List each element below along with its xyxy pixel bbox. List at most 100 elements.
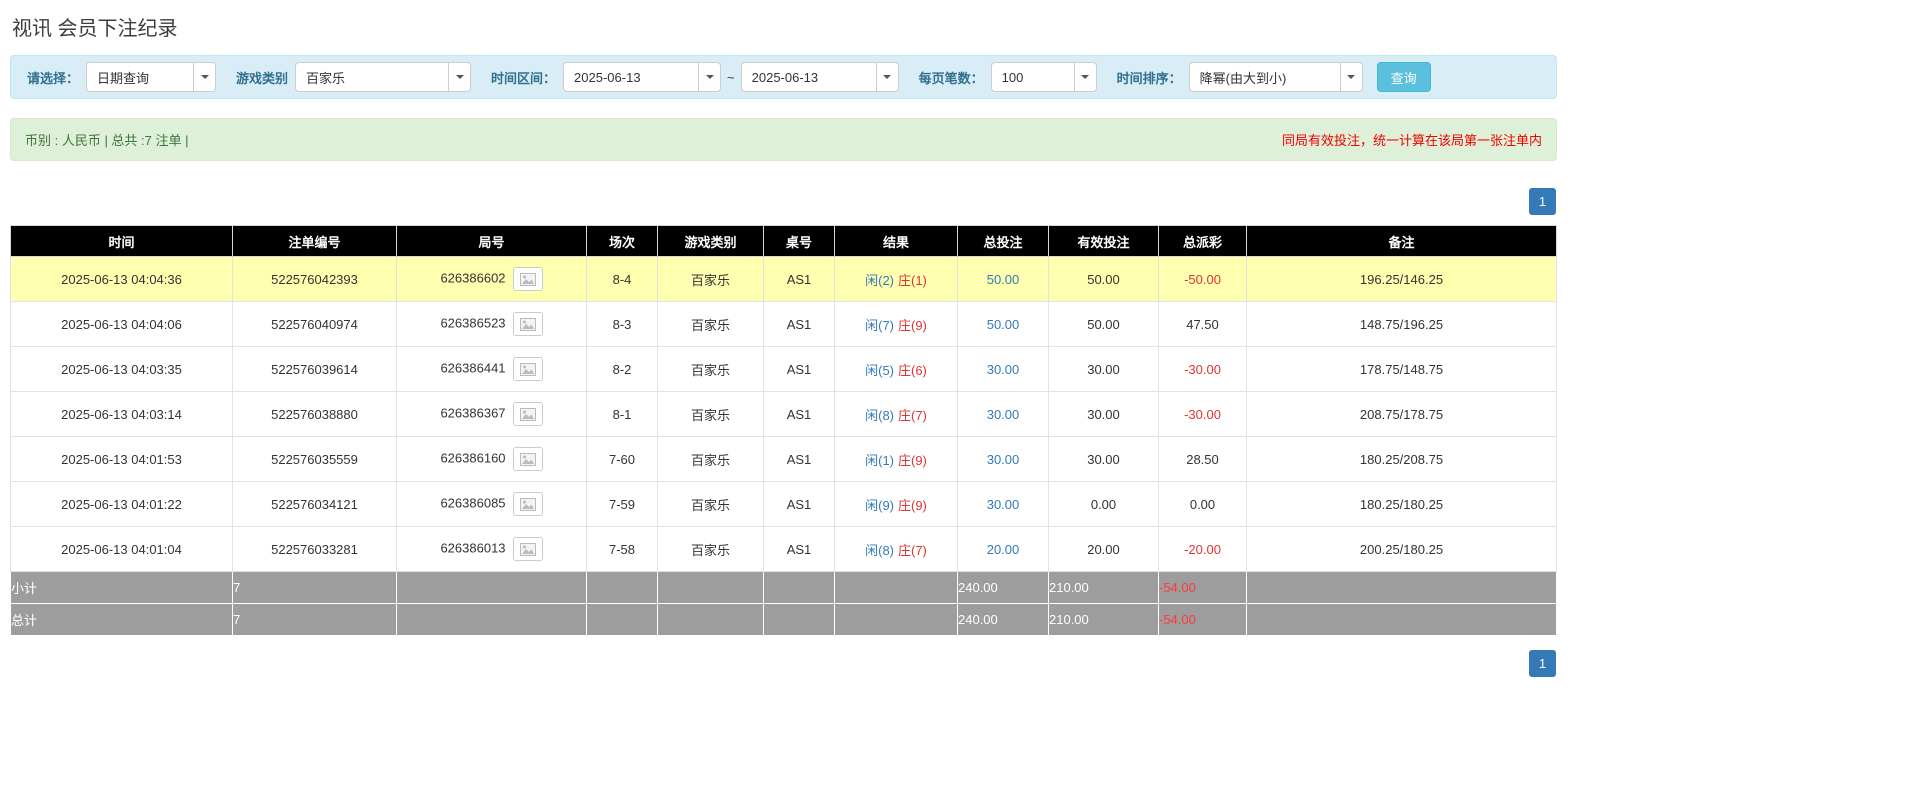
game-type-select[interactable]: 百家乐: [295, 62, 471, 92]
table-row: 2025-06-13 04:03:14 522576038880 6263863…: [11, 392, 1557, 437]
video-icon: [520, 273, 536, 286]
subtotal-payout: -54.00: [1159, 572, 1247, 604]
column-header-bet-id: 注单编号: [233, 226, 397, 257]
table-no-cell: AS1: [764, 437, 835, 482]
empty-cell: [397, 604, 587, 636]
video-replay-button[interactable]: [513, 312, 543, 336]
date-from-select[interactable]: 2025-06-13: [563, 62, 721, 92]
video-replay-button[interactable]: [513, 267, 543, 291]
table-footer: 小计 7 240.00 210.00 -54.00 总计 7: [11, 572, 1557, 636]
table-row: 2025-06-13 04:04:06 522576040974 6263865…: [11, 302, 1557, 347]
valid-bet-cell: 30.00: [1049, 392, 1159, 437]
date-from-value: 2025-06-13: [564, 63, 698, 91]
game-type-cell: 百家乐: [658, 392, 764, 437]
valid-bet-cell: 0.00: [1049, 482, 1159, 527]
total-bet-cell[interactable]: 50.00: [958, 302, 1049, 347]
valid-bet-cell: 30.00: [1049, 437, 1159, 482]
total-bet-cell[interactable]: 50.00: [958, 257, 1049, 302]
chevron-down-icon[interactable]: [698, 63, 720, 91]
date-to-value: 2025-06-13: [742, 63, 876, 91]
round-cell: 626386523: [397, 302, 587, 347]
column-header-valid-bet: 有效投注: [1049, 226, 1159, 257]
table-no-cell: AS1: [764, 482, 835, 527]
empty-cell: [1247, 572, 1557, 604]
page-size-select[interactable]: 100: [991, 62, 1097, 92]
subtotal-valid-bet: 210.00: [1049, 572, 1159, 604]
filter-bar: 请选择： 日期查询 游戏类别 百家乐 时间区间： 2025-06-13 ~ 20…: [10, 55, 1557, 99]
video-replay-button[interactable]: [513, 447, 543, 471]
valid-bet-cell: 50.00: [1049, 302, 1159, 347]
table-body: 2025-06-13 04:04:36 522576042393 6263866…: [11, 257, 1557, 572]
result-cell: 闲(5)庄(6): [835, 347, 958, 392]
table-no-cell: AS1: [764, 347, 835, 392]
column-header-total-bet: 总投注: [958, 226, 1049, 257]
result-player: 闲(1): [865, 453, 894, 468]
chevron-down-icon[interactable]: [448, 63, 470, 91]
pagination-top: 1: [10, 188, 1556, 215]
result-banker: 庄(1): [898, 273, 927, 288]
time-cell: 2025-06-13 04:01:04: [11, 527, 233, 572]
total-bet-cell[interactable]: 30.00: [958, 437, 1049, 482]
round-cell: 626386160: [397, 437, 587, 482]
table-no-cell: AS1: [764, 527, 835, 572]
round-id-text: 626386602: [440, 270, 505, 285]
sort-select[interactable]: 降幂(由大到小): [1189, 62, 1363, 92]
page-1-button[interactable]: 1: [1529, 188, 1556, 215]
payout-cell: 0.00: [1159, 482, 1247, 527]
search-button[interactable]: 查询: [1377, 62, 1431, 92]
total-bet-cell[interactable]: 20.00: [958, 527, 1049, 572]
query-type-select[interactable]: 日期查询: [86, 62, 216, 92]
payout-cell: 47.50: [1159, 302, 1247, 347]
total-bet-cell[interactable]: 30.00: [958, 482, 1049, 527]
game-type-cell: 百家乐: [658, 437, 764, 482]
result-cell: 闲(7)庄(9): [835, 302, 958, 347]
payout-cell: -30.00: [1159, 392, 1247, 437]
session-cell: 8-1: [587, 392, 658, 437]
result-player: 闲(2): [865, 273, 894, 288]
payout-cell: -30.00: [1159, 347, 1247, 392]
grand-total-valid-bet: 210.00: [1049, 604, 1159, 636]
chevron-down-icon[interactable]: [876, 63, 898, 91]
video-replay-button[interactable]: [513, 492, 543, 516]
pagination-bottom: 1: [10, 650, 1556, 677]
query-type-value: 日期查询: [87, 63, 193, 91]
chevron-down-icon[interactable]: [1340, 63, 1362, 91]
grand-total-row: 总计 7 240.00 210.00 -54.00: [11, 604, 1557, 636]
empty-cell: [1247, 604, 1557, 636]
date-to-select[interactable]: 2025-06-13: [741, 62, 899, 92]
video-replay-button[interactable]: [513, 402, 543, 426]
caret-glyph: [201, 75, 209, 79]
subtotal-row: 小计 7 240.00 210.00 -54.00: [11, 572, 1557, 604]
total-bet-cell[interactable]: 30.00: [958, 347, 1049, 392]
chevron-down-icon[interactable]: [193, 63, 215, 91]
payout-cell: -50.00: [1159, 257, 1247, 302]
video-replay-button[interactable]: [513, 537, 543, 561]
video-icon: [520, 498, 536, 511]
page-size-value: 100: [992, 63, 1074, 91]
total-bet-cell[interactable]: 30.00: [958, 392, 1049, 437]
chevron-down-icon[interactable]: [1074, 63, 1096, 91]
grand-total-total-bet: 240.00: [958, 604, 1049, 636]
result-cell: 闲(2) 庄(1): [835, 257, 958, 302]
remark-cell: 200.25/180.25: [1247, 527, 1557, 572]
table-row: 2025-06-13 04:04:36 522576042393 6263866…: [11, 257, 1557, 302]
game-type-cell: 百家乐: [658, 527, 764, 572]
session-cell: 8-4: [587, 257, 658, 302]
page-1-button[interactable]: 1: [1529, 650, 1556, 677]
round-id-text: 626386523: [440, 315, 505, 330]
query-type-label: 请选择：: [27, 68, 79, 87]
result-banker: 庄(7): [898, 408, 927, 423]
subtotal-label: 小计: [11, 572, 233, 604]
game-type-cell: 百家乐: [658, 482, 764, 527]
currency-summary-text: 币别 : 人民币 | 总共 :7 注单 |: [25, 130, 189, 149]
page-size-label: 每页笔数：: [919, 68, 984, 87]
bet-records-table: 时间 注单编号 局号 场次 游戏类别 桌号 结果 总投注 有效投注 总派彩 备注…: [10, 225, 1557, 636]
video-icon: [520, 543, 536, 556]
round-id-text: 626386085: [440, 495, 505, 510]
bet-id-cell: 522576042393: [233, 257, 397, 302]
table-header: 时间 注单编号 局号 场次 游戏类别 桌号 结果 总投注 有效投注 总派彩 备注: [11, 226, 1557, 257]
round-cell: 626386602: [397, 257, 587, 302]
empty-cell: [397, 572, 587, 604]
notice-text: 同局有效投注，统一计算在该局第一张注单内: [1282, 130, 1542, 149]
video-replay-button[interactable]: [513, 357, 543, 381]
